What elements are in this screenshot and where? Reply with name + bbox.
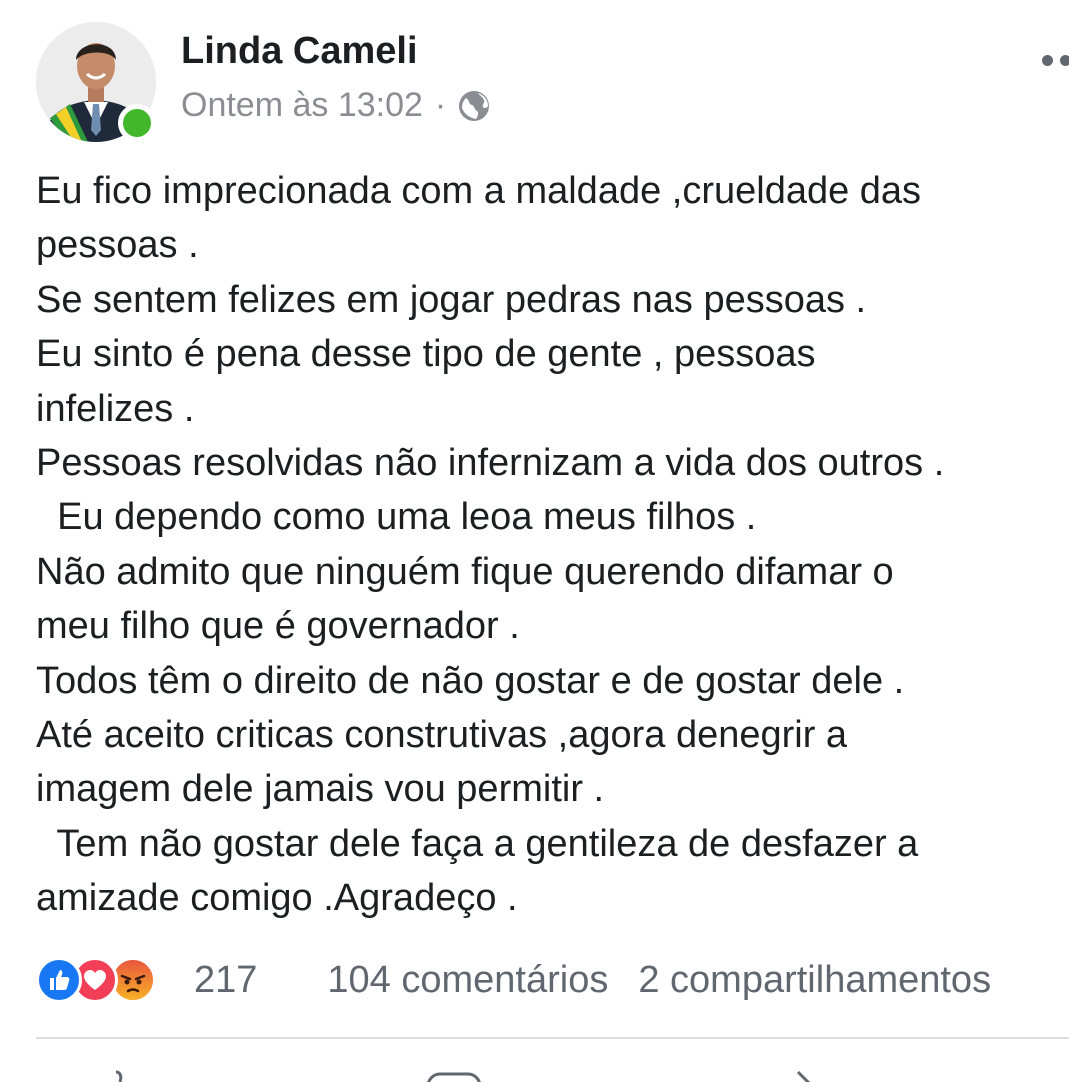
post-text-line: Tem não gostar dele faça a gentileza de … xyxy=(36,822,919,865)
post-text-line: Se sentem felizes em jogar pedras nas pe… xyxy=(36,278,867,321)
share-action-icon[interactable] xyxy=(786,1070,826,1082)
post-text-line: infelizes . xyxy=(36,387,195,430)
like-icon xyxy=(36,957,82,1003)
post-text-line: Todos têm o direito de não gostar e de g… xyxy=(36,659,905,702)
post-text-line: Pessoas resolvidas não infernizam a vida… xyxy=(36,442,945,485)
engagement-bar: 217 104 comentários 2 compartilhamentos xyxy=(36,955,1069,1005)
post-text-line: amizade comigo .Agradeço . xyxy=(36,877,518,920)
facebook-post: Linda Cameli Ontem às 13:02 · Eu fico im… xyxy=(0,0,1069,1082)
post-text-line: pessoas . xyxy=(36,224,199,267)
reaction-icons[interactable] xyxy=(36,955,156,1005)
post-text-line: Eu dependo como uma leoa meus filhos . xyxy=(36,496,757,539)
globe-icon xyxy=(456,88,492,124)
post-text-line: Não admito que ninguém fique querendo di… xyxy=(36,550,894,593)
online-status-indicator xyxy=(118,104,156,142)
post-text-line: Eu fico imprecionada com a maldade ,crue… xyxy=(36,170,922,212)
post-text-line: imagem dele jamais vou permitir . xyxy=(36,768,605,811)
divider xyxy=(36,1037,1069,1039)
reactions-count[interactable]: 217 xyxy=(194,959,257,1002)
shares-count[interactable]: 2 compartilhamentos xyxy=(638,959,991,1002)
post-text-line: Até aceito criticas construtivas ,agora … xyxy=(36,714,848,757)
comments-count[interactable]: 104 comentários xyxy=(327,959,608,1002)
like-action-icon[interactable] xyxy=(104,1070,144,1082)
meta-separator: · xyxy=(434,86,447,124)
action-bar xyxy=(0,1062,1069,1082)
comment-action-icon[interactable] xyxy=(424,1070,484,1082)
post-text-line: meu filho que é governador . xyxy=(36,605,520,648)
post-meta: Ontem às 13:02 · xyxy=(181,86,492,125)
more-options-icon[interactable] xyxy=(1040,52,1069,68)
post-text: Eu fico imprecionada com a maldade ,crue… xyxy=(36,164,1066,926)
author-name[interactable]: Linda Cameli xyxy=(181,30,418,73)
post-timestamp[interactable]: Ontem às 13:02 xyxy=(181,86,423,125)
post-text-line: Eu sinto é pena desse tipo de gente , pe… xyxy=(36,333,816,376)
